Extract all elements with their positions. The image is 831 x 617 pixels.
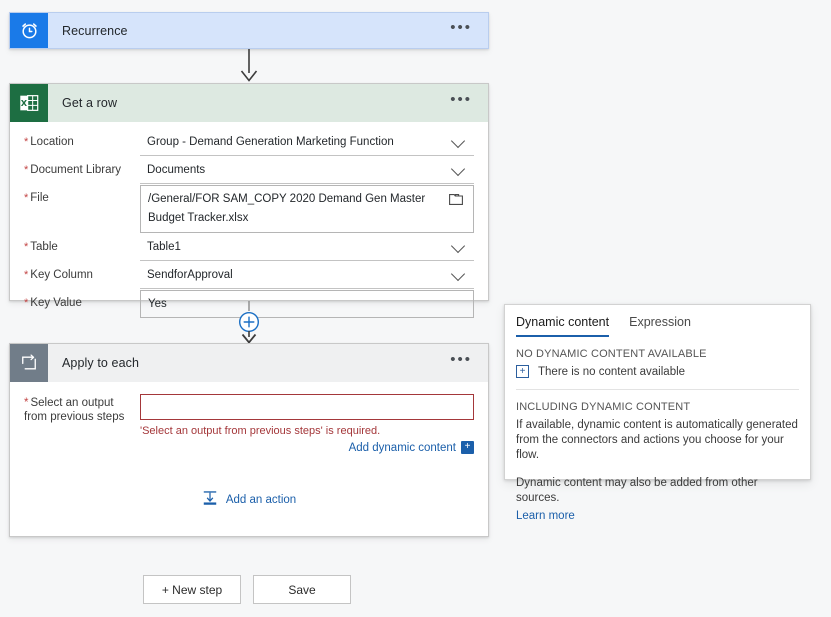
designer-bottom-bar: + New step Save xyxy=(143,575,351,604)
field-row-select-output: * Select an output from previous steps 'S… xyxy=(24,394,474,454)
chevron-down-icon[interactable] xyxy=(453,241,466,249)
getrow-card-title: Get a row xyxy=(62,96,118,110)
input-location[interactable]: Group - Demand Generation Marketing Func… xyxy=(140,129,474,156)
getrow-card-header[interactable]: X Get a row ••• xyxy=(10,84,488,122)
input-table-value: Table1 xyxy=(147,241,181,253)
field-row-table: * Table Table1 xyxy=(24,234,474,261)
dynamic-content-panel: Dynamic content Expression NO DYNAMIC CO… xyxy=(504,304,811,522)
add-action-row: Add an action xyxy=(24,490,474,509)
getrow-form: * Location Group - Demand Generation Mark… xyxy=(10,122,488,329)
add-an-action-button[interactable]: Add an action xyxy=(202,490,296,509)
svg-text:X: X xyxy=(21,98,28,108)
label-document-library: * Document Library xyxy=(24,164,122,176)
plus-box-icon: + xyxy=(516,365,529,378)
label-table: * Table xyxy=(24,241,58,253)
clock-icon xyxy=(10,13,48,48)
required-asterisk: * xyxy=(24,241,29,253)
input-table[interactable]: Table1 xyxy=(140,234,474,261)
panel-divider xyxy=(516,389,799,390)
folder-picker-icon[interactable] xyxy=(449,193,463,212)
dynamic-content-tablist: Dynamic content Expression xyxy=(505,305,810,337)
tab-dynamic-content[interactable]: Dynamic content xyxy=(516,315,610,337)
label-key-column: * Key Column xyxy=(24,269,93,281)
dynamic-content-empty-section: NO DYNAMIC CONTENT AVAILABLE + There is … xyxy=(505,348,810,378)
chevron-down-icon[interactable] xyxy=(453,164,466,172)
excel-icon: X xyxy=(10,84,48,122)
recurrence-overflow-menu-button[interactable]: ••• xyxy=(440,20,488,39)
required-asterisk: * xyxy=(24,164,29,176)
including-dynamic-content-heading: INCLUDING DYNAMIC CONTENT xyxy=(516,401,691,413)
recurrence-card-title: Recurrence xyxy=(62,23,128,38)
label-select-output: * Select an output from previous steps xyxy=(24,397,125,423)
required-asterisk: * xyxy=(24,397,29,409)
dynamic-content-info-section: INCLUDING DYNAMIC CONTENT If available, … xyxy=(505,401,810,524)
add-an-action-label: Add an action xyxy=(225,493,297,506)
required-asterisk: * xyxy=(24,297,29,309)
field-row-key-column: * Key Column SendforApproval xyxy=(24,262,474,289)
recurrence-card-header[interactable]: Recurrence ••• xyxy=(10,13,488,48)
field-row-file: * File /General/FOR SAM_COPY 2020 Demand … xyxy=(24,185,474,233)
tab-expression[interactable]: Expression xyxy=(629,315,691,337)
loop-icon xyxy=(10,344,48,382)
apply-card-title: Apply to each xyxy=(62,356,140,370)
input-key-value[interactable]: Yes xyxy=(140,290,474,318)
no-content-text: There is no content available xyxy=(538,365,686,378)
add-dynamic-content-link[interactable]: Add dynamic content xyxy=(349,442,456,454)
apply-overflow-menu-button[interactable]: ••• xyxy=(440,352,488,371)
select-output-field-group: 'Select an output from previous steps' i… xyxy=(140,394,474,454)
flow-card-apply-to-each[interactable]: Apply to each ••• * Select an output from… xyxy=(9,343,489,537)
required-asterisk: * xyxy=(24,269,29,281)
input-select-output[interactable] xyxy=(140,394,474,420)
input-document-library-value: Documents xyxy=(147,164,206,176)
input-document-library[interactable]: Documents xyxy=(140,157,474,184)
input-file[interactable]: /General/FOR SAM_COPY 2020 Demand Gen Ma… xyxy=(140,185,474,233)
label-file: * File xyxy=(24,192,49,204)
label-location: * Location xyxy=(24,136,74,148)
add-action-icon xyxy=(202,490,218,509)
validation-error-message: 'Select an output from previous steps' i… xyxy=(140,425,381,437)
field-row-location: * Location Group - Demand Generation Mark… xyxy=(24,129,474,156)
input-file-value: /General/FOR SAM_COPY 2020 Demand Gen Ma… xyxy=(148,193,426,224)
no-content-row: + There is no content available xyxy=(516,365,799,378)
flow-card-recurrence[interactable]: Recurrence ••• xyxy=(9,12,489,49)
apply-to-each-form: * Select an output from previous steps 'S… xyxy=(10,382,488,509)
new-step-button[interactable]: + New step xyxy=(143,575,241,604)
required-asterisk: * xyxy=(24,136,29,148)
required-asterisk: * xyxy=(24,192,29,204)
apply-card-header[interactable]: Apply to each ••• xyxy=(10,344,488,382)
input-key-column-value: SendforApproval xyxy=(147,269,233,281)
chevron-down-icon[interactable] xyxy=(453,136,466,144)
field-row-document-library: * Document Library Documents xyxy=(24,157,474,184)
add-dynamic-content-row: Add dynamic content + xyxy=(140,441,474,454)
chevron-down-icon[interactable] xyxy=(453,269,466,277)
input-location-value: Group - Demand Generation Marketing Func… xyxy=(147,136,394,148)
save-button[interactable]: Save xyxy=(253,575,351,604)
input-key-column[interactable]: SendforApproval xyxy=(140,262,474,289)
flow-designer-canvas: Recurrence ••• X Get a row ••• * Locatio… xyxy=(0,0,831,617)
including-dynamic-content-body: If available, dynamic content is automat… xyxy=(516,419,798,461)
flow-card-get-a-row[interactable]: X Get a row ••• * Location Group - Demand… xyxy=(9,83,489,318)
add-dynamic-content-badge-icon[interactable]: + xyxy=(461,441,474,454)
learn-more-link[interactable]: Learn more xyxy=(516,510,575,522)
getrow-overflow-menu-button[interactable]: ••• xyxy=(440,92,488,111)
input-key-value-value: Yes xyxy=(148,298,167,310)
label-key-value: * Key Value xyxy=(24,297,82,309)
no-dynamic-content-heading: NO DYNAMIC CONTENT AVAILABLE xyxy=(516,348,707,360)
other-sources-text: Dynamic content may also be added from o… xyxy=(516,477,758,504)
